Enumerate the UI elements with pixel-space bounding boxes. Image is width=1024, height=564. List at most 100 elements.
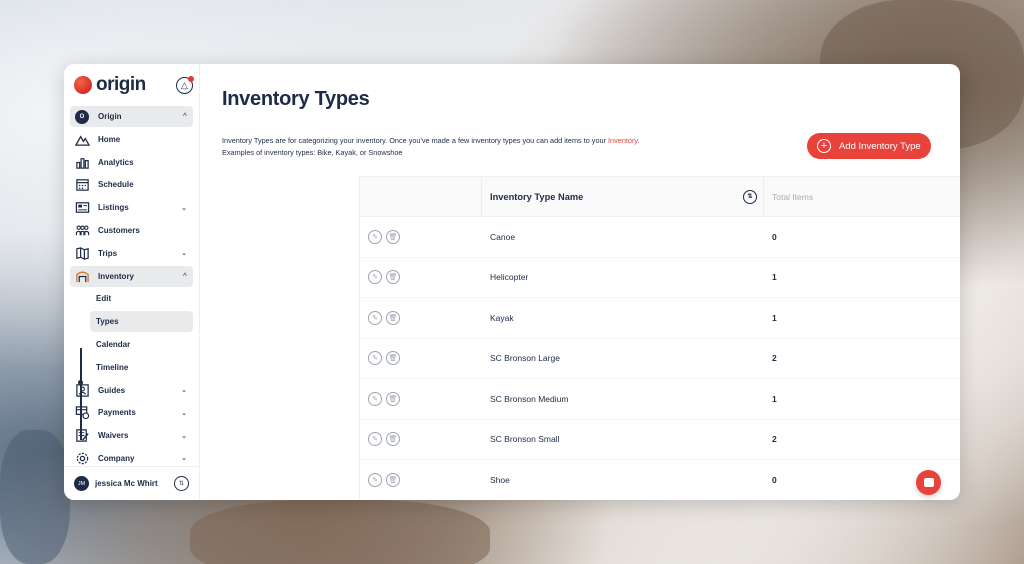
bar-chart-icon <box>74 154 90 170</box>
chat-button[interactable] <box>916 470 941 495</box>
total-items-cell: 1 <box>772 312 777 323</box>
plus-circle-icon: + <box>817 139 831 153</box>
sidebar-item-analytics[interactable]: Analytics <box>70 152 193 173</box>
brand[interactable]: origin <box>70 64 193 106</box>
edit-pencil-icon[interactable]: ✎ <box>368 351 382 366</box>
notifications-button[interactable]: △ <box>176 76 194 94</box>
chevron-down-icon: ⌄ <box>181 432 187 440</box>
trash-icon[interactable]: 🗑 <box>386 391 400 406</box>
inventory-types-table: Inventory Type Name ⇅ Total Items ✎ 🗑 Cano… <box>359 176 960 500</box>
table-header: Inventory Type Name ⇅ Total Items <box>360 177 960 217</box>
total-items-cell: 2 <box>772 353 777 364</box>
add-button-label: Add Inventory Type <box>839 140 921 152</box>
table-row: ✎ 🗑 Canoe 0 <box>360 217 960 258</box>
chat-icon <box>923 478 934 487</box>
waiver-icon <box>74 428 90 444</box>
avatar: JM <box>74 476 89 491</box>
sidebar-subitem-calendar[interactable]: Calendar <box>70 334 193 355</box>
trash-icon[interactable]: 🗑 <box>386 310 400 325</box>
add-inventory-type-button[interactable]: + Add Inventory Type <box>807 133 931 159</box>
sidebar-subitem-timeline[interactable]: Timeline <box>70 357 193 378</box>
row-actions: ✎ 🗑 <box>360 472 482 487</box>
mountain-icon <box>74 131 90 147</box>
sidebar-item-label: Company <box>98 453 135 463</box>
actions-column-header <box>360 177 482 216</box>
trash-icon[interactable]: 🗑 <box>386 432 400 447</box>
sidebar-item-label: Origin <box>98 112 122 121</box>
bell-icon: △ <box>181 80 188 90</box>
calendar-icon <box>74 177 90 193</box>
total-items-cell: 1 <box>772 272 777 283</box>
table-row: ✎ 🗑 SC Bronson Medium 1 <box>360 379 960 420</box>
chevron-down-icon: ⌄ <box>181 409 187 417</box>
trash-icon[interactable]: 🗑 <box>386 270 400 285</box>
table-body: ✎ 🗑 Canoe 0 ✎ 🗑 Helicopter 1 ✎ 🗑 Kayak 1 ✎ 🗑 SC Bronso… <box>360 217 960 500</box>
table-row: ✎ 🗑 SC Bronson Large 2 <box>360 339 960 379</box>
sidebar-item-payments[interactable]: Payments ⌄ <box>70 402 193 423</box>
type-name-cell: Canoe <box>490 231 516 242</box>
sidebar-item-label: Inventory <box>98 271 135 281</box>
description-examples: Examples of inventory types: Bike, Kayak… <box>222 148 403 157</box>
trash-icon[interactable]: 🗑 <box>386 229 400 244</box>
sort-icon[interactable]: ⇅ <box>743 189 757 204</box>
main-content: Inventory Types Inventory Types are for … <box>200 64 960 500</box>
brand-name: origin <box>96 74 146 95</box>
edit-pencil-icon[interactable]: ✎ <box>368 310 382 325</box>
user-menu[interactable]: JM jessica Mc Whirt ⇅ <box>64 466 199 500</box>
sidebar-item-listings[interactable]: Listings ⌄ <box>70 197 193 218</box>
trash-icon[interactable]: 🗑 <box>386 351 400 366</box>
sidebar-item-customers[interactable]: Customers <box>70 220 193 241</box>
row-actions: ✎ 🗑 <box>360 310 482 325</box>
sidebar-item-label: Waivers <box>98 431 129 441</box>
sidebar-item-trips[interactable]: Trips ⌄ <box>70 243 193 264</box>
edit-pencil-icon[interactable]: ✎ <box>368 229 382 244</box>
submenu-active-dot <box>78 380 83 385</box>
edit-pencil-icon[interactable]: ✎ <box>368 472 382 487</box>
sidebar-item-waivers[interactable]: Waivers ⌄ <box>70 425 193 446</box>
sidebar-item-label: Customers <box>98 225 140 235</box>
chevron-up-icon: ^ <box>182 272 187 280</box>
row-actions: ✎ 🗑 <box>360 432 482 447</box>
sidebar-subitem-types[interactable]: Types <box>90 311 193 333</box>
type-name-cell: SC Bronson Small <box>490 434 560 445</box>
page-title: Inventory Types <box>222 88 370 110</box>
sidebar-subitem-edit[interactable]: Edit <box>70 288 193 309</box>
listing-icon <box>74 200 90 216</box>
sidebar-item-org[interactable]: O Origin ^ <box>70 106 193 127</box>
edit-pencil-icon[interactable]: ✎ <box>368 270 382 285</box>
trash-icon[interactable]: 🗑 <box>386 472 400 487</box>
background-rock <box>0 430 70 564</box>
edit-pencil-icon[interactable]: ✎ <box>368 391 382 406</box>
sidebar-item-guides[interactable]: Guides ⌄ <box>70 380 193 401</box>
sidebar: origin △ O Origin ^ Home Analytics Sched… <box>64 64 200 500</box>
sidebar-item-home[interactable]: Home <box>70 129 193 150</box>
total-items-cell: 2 <box>772 434 777 445</box>
submenu-line <box>80 348 82 440</box>
inventory-link[interactable]: Inventory <box>608 136 637 145</box>
sidebar-item-label: Guides <box>98 385 126 395</box>
row-actions: ✎ 🗑 <box>360 351 482 366</box>
table-row: ✎ 🗑 Kayak 1 <box>360 298 960 339</box>
sidebar-nav: O Origin ^ Home Analytics Schedule Listi… <box>70 106 193 469</box>
payment-icon <box>74 405 90 421</box>
table-row: ✎ 🗑 SC Bronson Small 2 <box>360 420 960 460</box>
sidebar-item-inventory[interactable]: Inventory ^ <box>70 265 193 287</box>
chevron-down-icon: ⌄ <box>181 387 187 395</box>
total-items-cell: 0 <box>772 231 777 242</box>
map-icon <box>74 245 90 261</box>
sidebar-item-schedule[interactable]: Schedule <box>70 174 193 195</box>
chevron-down-icon: ⌄ <box>181 250 187 258</box>
users-icon <box>74 222 90 238</box>
total-items-cell: 1 <box>772 393 777 404</box>
type-name-cell: Shoe <box>490 474 510 485</box>
org-avatar: O <box>75 109 89 124</box>
type-name-cell: SC Bronson Large <box>490 353 560 364</box>
origin-logo-icon <box>74 76 92 94</box>
sidebar-item-label: Listings <box>98 203 129 213</box>
name-column-header[interactable]: Inventory Type Name ⇅ <box>482 177 764 216</box>
switch-account-button[interactable]: ⇅ <box>174 476 189 491</box>
edit-pencil-icon[interactable]: ✎ <box>368 432 382 447</box>
total-column-header: Total Items <box>772 191 814 202</box>
chevron-down-icon: ⌄ <box>181 455 187 463</box>
sidebar-item-label: Home <box>98 134 121 144</box>
